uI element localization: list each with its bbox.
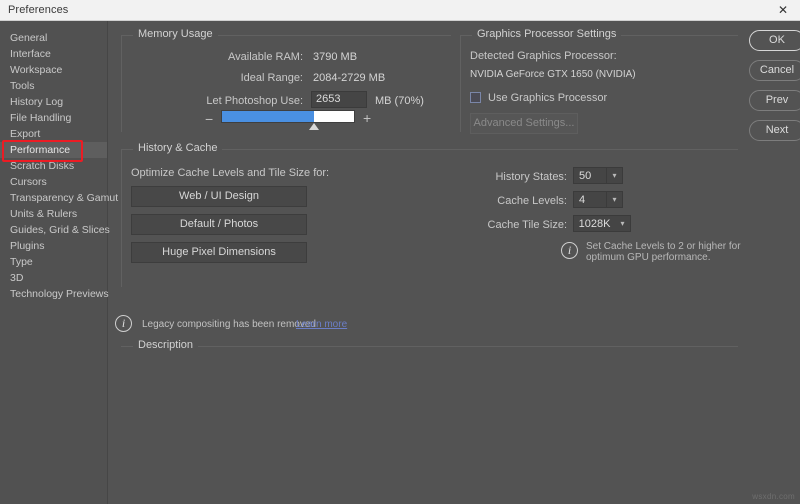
preset-default-photos-button[interactable]: Default / Photos — [131, 214, 307, 235]
legacy-notice-info-icon: i — [115, 315, 132, 332]
next-button[interactable]: Next — [749, 120, 800, 141]
available-ram-label: Available RAM: — [228, 51, 303, 63]
preset-huge-pixel-dimensions-button[interactable]: Huge Pixel Dimensions — [131, 242, 307, 263]
history-states-label: History States: — [495, 171, 567, 183]
history-cache-title: History & Cache — [133, 142, 223, 154]
legacy-notice-text: Legacy compositing has been removed — [142, 319, 316, 330]
cache-tile-size-value: 1028K — [578, 217, 611, 230]
detected-gpu-value: NVIDIA GeForce GTX 1650 (NVIDIA) — [470, 69, 636, 80]
learn-more-link[interactable]: Learn more — [296, 319, 347, 330]
cache-tile-size-label: Cache Tile Size: — [487, 219, 567, 231]
sidebar-item-cursors[interactable]: Cursors — [0, 174, 107, 190]
graphics-processor-group: Graphics Processor Settings Detected Gra… — [460, 28, 738, 134]
available-ram-value: 3790 MB — [313, 51, 358, 63]
let-photoshop-use-label: Let Photoshop Use: — [206, 95, 303, 107]
preset-web-ui-design-button[interactable]: Web / UI Design — [131, 186, 307, 207]
detected-gpu-label: Detected Graphics Processor: — [470, 50, 617, 62]
optimize-cache-label: Optimize Cache Levels and Tile Size for: — [131, 167, 330, 179]
description-title: Description — [133, 339, 199, 351]
memory-usage-group: Memory Usage Available RAM: 3790 MB Idea… — [121, 28, 451, 132]
cache-levels-dropdown[interactable]: 4 ▾ — [573, 191, 623, 208]
description-group: Description — [121, 339, 738, 499]
history-states-value: 50 — [579, 169, 592, 182]
cache-hint-line2: optimum GPU performance. — [586, 252, 711, 263]
watermark: wsxdn.com — [752, 492, 795, 501]
sidebar-item-workspace[interactable]: Workspace — [0, 62, 107, 78]
graphics-processor-title: Graphics Processor Settings — [472, 28, 622, 40]
use-graphics-processor-label: Use Graphics Processor — [488, 92, 608, 104]
sidebar-item-performance[interactable]: Performance — [0, 142, 107, 158]
prev-button[interactable]: Prev — [749, 90, 800, 111]
close-icon[interactable]: ✕ — [766, 0, 800, 20]
sidebar-item-history-log[interactable]: History Log — [0, 94, 107, 110]
history-cache-group: History & Cache Optimize Cache Levels an… — [121, 142, 741, 287]
chevron-down-icon: ▾ — [620, 219, 625, 228]
sidebar-item-plugins[interactable]: Plugins — [0, 238, 107, 254]
sidebar-item-interface[interactable]: Interface — [0, 46, 107, 62]
cancel-button[interactable]: Cancel — [749, 60, 800, 81]
cache-tile-size-dropdown[interactable]: 1028K ▾ — [573, 215, 631, 232]
sidebar-item-file-handling[interactable]: File Handling — [0, 110, 107, 126]
sidebar-item-technology-previews[interactable]: Technology Previews — [0, 286, 109, 302]
sidebar-item-type[interactable]: Type — [0, 254, 107, 270]
sidebar-item-transparency-gamut[interactable]: Transparency & Gamut — [0, 190, 118, 206]
plus-icon[interactable]: + — [363, 111, 371, 125]
cache-hint-line1: Set Cache Levels to 2 or higher for — [586, 241, 741, 252]
info-icon: i — [561, 242, 578, 259]
memory-slider-fill — [222, 111, 315, 122]
description-frame — [121, 346, 738, 499]
history-states-dropdown[interactable]: 50 ▾ — [573, 167, 623, 184]
preferences-category-list: General Interface Workspace Tools Histor… — [0, 21, 118, 504]
memory-usage-title: Memory Usage — [133, 28, 218, 40]
chevron-down-icon: ▾ — [606, 168, 622, 183]
ideal-range-label: Ideal Range: — [240, 72, 303, 84]
use-graphics-processor-checkbox[interactable] — [470, 92, 481, 103]
memory-unit-suffix: MB (70%) — [375, 95, 424, 107]
sidebar-item-general[interactable]: General — [0, 30, 107, 46]
minus-icon[interactable]: − — [205, 112, 213, 126]
cache-levels-value: 4 — [579, 193, 586, 206]
preferences-dialog: General Interface Workspace Tools Histor… — [0, 21, 800, 504]
memory-amount-input[interactable]: 2653 — [311, 91, 367, 108]
preferences-content: Memory Usage Available RAM: 3790 MB Idea… — [108, 21, 800, 504]
window-title: Preferences — [8, 4, 69, 16]
title-bar: Preferences ✕ — [0, 0, 800, 21]
memory-slider-thumb[interactable] — [309, 123, 319, 130]
sidebar-item-units-rulers[interactable]: Units & Rulers — [0, 206, 107, 222]
cache-levels-label: Cache Levels: — [497, 195, 567, 207]
ok-button[interactable]: OK — [749, 30, 800, 51]
sidebar-item-scratch-disks[interactable]: Scratch Disks — [0, 158, 107, 174]
memory-slider-track[interactable] — [221, 110, 355, 123]
advanced-settings-button[interactable]: Advanced Settings... — [470, 113, 578, 134]
sidebar-item-guides-grid-slices[interactable]: Guides, Grid & Slices — [0, 222, 110, 238]
sidebar-item-tools[interactable]: Tools — [0, 78, 107, 94]
sidebar-item-export[interactable]: Export — [0, 126, 107, 142]
ideal-range-value: 2084-2729 MB — [313, 72, 386, 84]
chevron-down-icon: ▾ — [606, 192, 622, 207]
sidebar-item-3d[interactable]: 3D — [0, 270, 107, 286]
